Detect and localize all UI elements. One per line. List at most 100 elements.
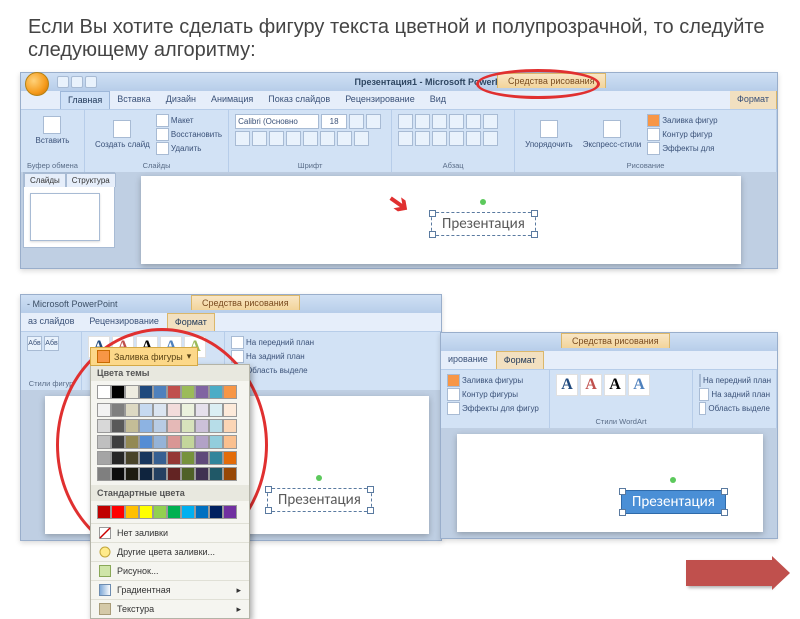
font-size-combo[interactable]: 18 xyxy=(321,114,347,129)
tab-review[interactable]: Рецензирование xyxy=(338,91,423,109)
color-swatch[interactable] xyxy=(153,435,167,449)
color-swatch[interactable] xyxy=(111,419,125,433)
color-swatch[interactable] xyxy=(195,467,209,481)
color-swatch[interactable] xyxy=(195,505,209,519)
color-swatch[interactable] xyxy=(223,451,237,465)
shape-outline-button-br[interactable]: Контур фигуры xyxy=(447,388,543,401)
color-swatch[interactable] xyxy=(209,403,223,417)
color-swatch[interactable] xyxy=(223,435,237,449)
color-swatch[interactable] xyxy=(195,385,209,399)
more-colors-item[interactable]: Другие цвета заливки... xyxy=(91,542,249,561)
texture-fill-item[interactable]: Текстура▸ xyxy=(91,599,249,618)
color-swatch[interactable] xyxy=(223,385,237,399)
theme-shade-swatches[interactable] xyxy=(91,403,249,485)
italic-button[interactable] xyxy=(252,131,267,146)
color-swatch[interactable] xyxy=(111,467,125,481)
color-swatch[interactable] xyxy=(97,451,111,465)
color-swatch[interactable] xyxy=(153,505,167,519)
color-swatch[interactable] xyxy=(195,419,209,433)
selection-pane-button[interactable]: Область выделе xyxy=(231,364,434,377)
shape-fill-split-button[interactable]: Заливка фигуры▾ xyxy=(90,347,198,366)
shape-effects-button-br[interactable]: Эффекты для фигур xyxy=(447,402,543,415)
send-back-button[interactable]: На задний план xyxy=(231,350,434,363)
color-swatch[interactable] xyxy=(181,403,195,417)
color-swatch[interactable] xyxy=(167,435,181,449)
color-swatch[interactable] xyxy=(153,385,167,399)
bold-button[interactable] xyxy=(235,131,250,146)
send-back-button-br[interactable]: На задний план xyxy=(699,388,770,401)
next-slide-arrow[interactable] xyxy=(686,560,772,586)
shape-btn-1[interactable]: Абв xyxy=(27,336,42,351)
color-swatch[interactable] xyxy=(97,403,111,417)
color-swatch[interactable] xyxy=(195,403,209,417)
color-swatch[interactable] xyxy=(125,419,139,433)
color-swatch[interactable] xyxy=(181,435,195,449)
color-swatch[interactable] xyxy=(139,467,153,481)
color-swatch[interactable] xyxy=(125,385,139,399)
color-swatch[interactable] xyxy=(111,505,125,519)
bring-front-button-br[interactable]: На передний план xyxy=(699,374,770,387)
color-swatch[interactable] xyxy=(139,385,153,399)
slide-thumbnail[interactable] xyxy=(30,193,100,241)
selection-pane-button-br[interactable]: Область выделе xyxy=(699,402,770,415)
tab-format[interactable]: Формат xyxy=(730,91,777,109)
color-swatch[interactable] xyxy=(209,419,223,433)
quick-access-toolbar[interactable] xyxy=(57,76,97,88)
standard-color-swatches[interactable] xyxy=(91,501,249,523)
shape-fill-button[interactable]: Заливка фигур xyxy=(647,114,717,127)
layout-button[interactable]: Макет xyxy=(156,114,222,127)
case-button[interactable] xyxy=(337,131,352,146)
color-swatch[interactable] xyxy=(111,385,125,399)
color-swatch[interactable] xyxy=(223,467,237,481)
shrink-font-button[interactable] xyxy=(366,114,381,129)
shadow-button[interactable] xyxy=(303,131,318,146)
color-swatch[interactable] xyxy=(181,451,195,465)
grow-font-button[interactable] xyxy=(349,114,364,129)
color-swatch[interactable] xyxy=(111,435,125,449)
color-swatch[interactable] xyxy=(167,403,181,417)
color-swatch[interactable] xyxy=(223,505,237,519)
color-swatch[interactable] xyxy=(139,419,153,433)
color-swatch[interactable] xyxy=(111,451,125,465)
spacing-button[interactable] xyxy=(320,131,335,146)
paste-button[interactable]: Вставить xyxy=(27,114,78,147)
color-swatch[interactable] xyxy=(209,467,223,481)
font-color-button[interactable] xyxy=(354,131,369,146)
strike-button[interactable] xyxy=(286,131,301,146)
font-name-combo[interactable]: Calibri (Основно xyxy=(235,114,319,129)
color-swatch[interactable] xyxy=(181,505,195,519)
color-swatch[interactable] xyxy=(167,505,181,519)
tab-insert[interactable]: Вставка xyxy=(110,91,158,109)
tab-format-bl[interactable]: Формат xyxy=(167,313,215,331)
text-shape-filled[interactable]: Презентация xyxy=(621,490,726,514)
color-swatch[interactable] xyxy=(209,505,223,519)
tab-view[interactable]: Вид xyxy=(423,91,454,109)
picture-fill-item[interactable]: Рисунок... xyxy=(91,561,249,580)
no-fill-item[interactable]: Нет заливки xyxy=(91,523,249,542)
tab-design[interactable]: Дизайн xyxy=(159,91,204,109)
color-swatch[interactable] xyxy=(125,505,139,519)
color-swatch[interactable] xyxy=(195,435,209,449)
color-swatch[interactable] xyxy=(167,385,181,399)
color-swatch[interactable] xyxy=(125,451,139,465)
color-swatch[interactable] xyxy=(97,467,111,481)
color-swatch[interactable] xyxy=(209,435,223,449)
color-swatch[interactable] xyxy=(125,467,139,481)
color-swatch[interactable] xyxy=(209,385,223,399)
tab-home[interactable]: Главная xyxy=(60,91,110,109)
reset-button[interactable]: Восстановить xyxy=(156,128,222,141)
color-swatch[interactable] xyxy=(125,403,139,417)
color-swatch[interactable] xyxy=(181,419,195,433)
quick-styles-button[interactable]: Экспресс-стили xyxy=(579,118,646,151)
panel-tab-outline[interactable]: Структура xyxy=(66,173,116,187)
color-swatch[interactable] xyxy=(139,403,153,417)
color-swatch[interactable] xyxy=(167,451,181,465)
color-swatch[interactable] xyxy=(181,385,195,399)
tab-slideshow-partial[interactable]: аз слайдов xyxy=(21,313,82,331)
color-swatch[interactable] xyxy=(153,451,167,465)
panel-tab-slides[interactable]: Слайды xyxy=(24,173,66,187)
tab-slideshow[interactable]: Показ слайдов xyxy=(261,91,338,109)
arrange-button[interactable]: Упорядочить xyxy=(521,118,577,151)
color-swatch[interactable] xyxy=(167,419,181,433)
color-swatch[interactable] xyxy=(195,451,209,465)
